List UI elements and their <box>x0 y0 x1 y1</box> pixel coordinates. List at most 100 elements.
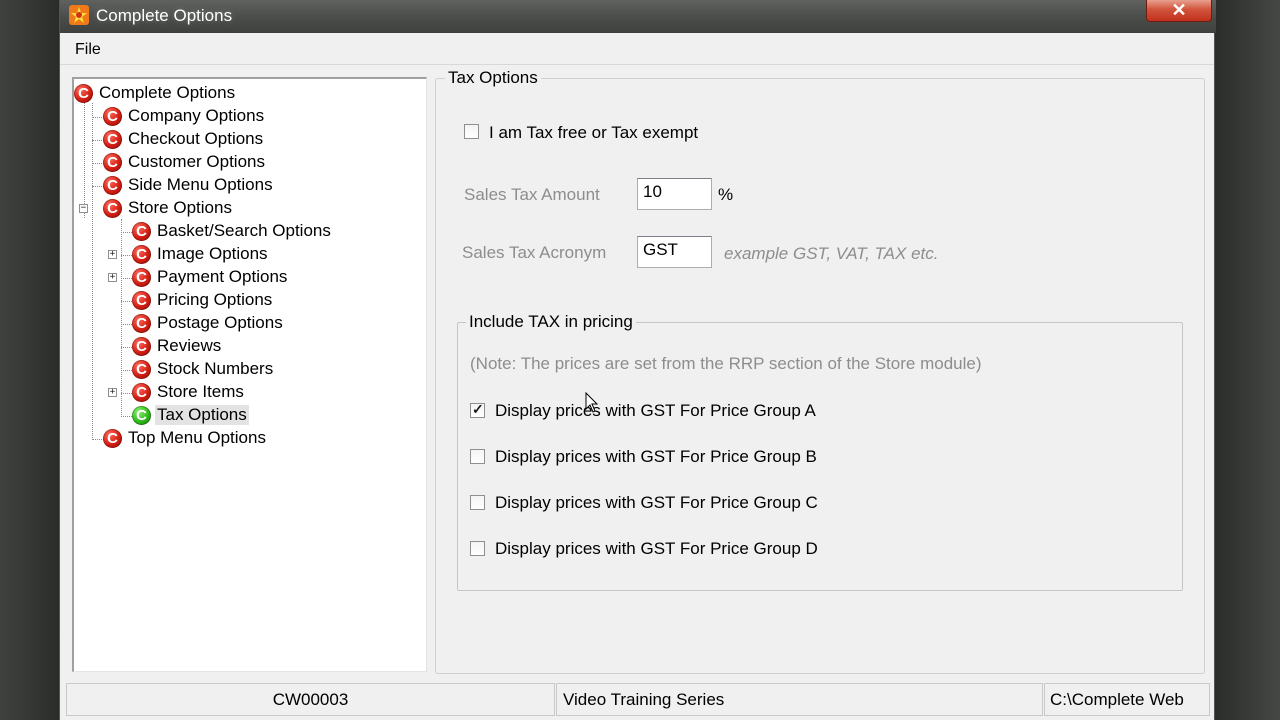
percent-sign: % <box>718 185 734 204</box>
tree-item-customer-options[interactable]: C Customer Options <box>103 151 267 173</box>
c-logo-red-icon: C <box>103 152 122 172</box>
tree-item-basket-search-options[interactable]: C Basket/Search Options <box>132 220 333 242</box>
c-logo-red-icon: C <box>103 198 122 218</box>
include-tax-group-title: Include TAX in pricing <box>466 312 636 332</box>
title-bar[interactable]: Complete Options ✕ <box>60 0 1216 33</box>
tree-item-store-items[interactable]: C Store Items <box>132 381 246 403</box>
window-title: Complete Options <box>96 6 233 25</box>
price-group-d-checkbox[interactable] <box>470 541 485 556</box>
tree-item-pricing-options[interactable]: C Pricing Options <box>132 289 274 311</box>
c-logo-red-icon: C <box>132 359 151 379</box>
tree-item-label: Store Options <box>128 198 232 217</box>
tree-item-label: Image Options <box>157 244 268 263</box>
tree-connector <box>121 219 122 417</box>
tree-item-label: Company Options <box>128 106 265 125</box>
menu-file[interactable]: File <box>75 41 101 59</box>
expand-store-items-icon[interactable]: + <box>108 388 117 397</box>
c-logo-red-icon: C <box>103 175 122 195</box>
status-code: CW00003 <box>66 683 555 716</box>
sales-tax-amount-field[interactable]: 10 <box>637 178 712 210</box>
c-logo-green-icon: C <box>132 405 151 425</box>
tree-item-top-menu-options[interactable]: C Top Menu Options <box>103 427 268 449</box>
tree-item-label: Payment Options <box>157 267 288 286</box>
price-group-c-label: Display prices with GST For Price Group … <box>495 493 818 512</box>
tree-item-label: Customer Options <box>128 152 265 171</box>
c-logo-red-icon: C <box>132 336 151 356</box>
tree-item-label-selected: Tax Options <box>155 405 249 425</box>
tree-item-label: Store Items <box>157 382 244 401</box>
expand-image-options-icon[interactable]: + <box>108 250 117 259</box>
tree-connector <box>121 416 132 417</box>
tree-connector <box>121 324 132 325</box>
sales-tax-amount-label: Sales Tax Amount <box>464 185 600 204</box>
status-code-text: CW00003 <box>272 690 349 709</box>
c-logo-red-icon: C <box>103 428 122 448</box>
desktop-background-right <box>1214 0 1280 720</box>
tree-item-label: Pricing Options <box>157 290 273 309</box>
tree-item-side-menu-options[interactable]: C Side Menu Options <box>103 174 275 196</box>
tax-options-group: Tax Options I am Tax free or Tax exempt … <box>435 68 1205 674</box>
desktop-background-left <box>0 0 60 720</box>
price-group-d-label: Display prices with GST For Price Group … <box>495 539 818 558</box>
tree-item-checkout-options[interactable]: C Checkout Options <box>103 128 265 150</box>
tree-connector <box>121 370 132 371</box>
acronym-hint: example GST, VAT, TAX etc. <box>724 244 939 263</box>
tree-connector <box>121 393 132 394</box>
tree-item-payment-options[interactable]: C Payment Options <box>132 266 289 288</box>
collapse-store-options-icon[interactable]: − <box>79 204 88 213</box>
tree-item-label: Basket/Search Options <box>157 221 331 240</box>
price-group-c-checkbox[interactable] <box>470 495 485 510</box>
tree-item-label: Reviews <box>157 336 222 355</box>
tax-free-checkbox[interactable] <box>464 124 479 139</box>
c-logo-red-icon: C <box>132 290 151 310</box>
tree-item-company-options[interactable]: C Company Options <box>103 105 266 127</box>
tree-item-tax-options[interactable]: C Tax Options <box>132 404 249 426</box>
tree-item-label: Top Menu Options <box>128 428 266 447</box>
tree-item-postage-options[interactable]: C Postage Options <box>132 312 285 334</box>
c-logo-red-icon: C <box>132 313 151 333</box>
c-logo-red-icon: C <box>103 129 122 149</box>
status-path: C:\Complete Web <box>1044 683 1210 716</box>
tree-item-stock-numbers[interactable]: C Stock Numbers <box>132 358 275 380</box>
tree-item-reviews[interactable]: C Reviews <box>132 335 223 357</box>
tree-connector <box>84 103 85 218</box>
tree-item-image-options[interactable]: C Image Options <box>132 243 270 265</box>
close-icon: ✕ <box>1171 0 1187 20</box>
c-logo-red-icon: C <box>132 244 151 264</box>
sales-tax-acronym-label: Sales Tax Acronym <box>462 243 607 262</box>
tree-connector <box>121 301 132 302</box>
status-path-text: C:\Complete Web <box>1050 690 1184 709</box>
tree-connector <box>92 103 93 440</box>
tree-item-label: Complete Options <box>99 83 236 102</box>
sales-tax-acronym-field[interactable]: GST <box>637 236 712 268</box>
c-logo-red-icon: C <box>74 83 93 103</box>
tree-connector <box>121 232 132 233</box>
app-logo-icon <box>69 5 89 25</box>
pricing-note: (Note: The prices are set from the RRP s… <box>470 354 982 373</box>
include-tax-group: Include TAX in pricing (Note: The prices… <box>457 312 1183 591</box>
price-group-b-label: Display prices with GST For Price Group … <box>495 447 817 466</box>
price-group-a-label: Display prices with GST For Price Group … <box>495 401 816 420</box>
status-bar: CW00003 Video Training Series C:\Complet… <box>66 683 1210 716</box>
tree-item-label: Stock Numbers <box>157 359 274 378</box>
options-tree[interactable]: − + + + C Complete Options C Company Opt… <box>72 77 427 672</box>
price-group-a-checkbox[interactable]: ✓ <box>470 401 485 418</box>
tree-item-label: Checkout Options <box>128 129 264 148</box>
tree-item-label: Side Menu Options <box>128 175 273 194</box>
tree-item-label: Postage Options <box>157 313 283 332</box>
tax-options-group-title: Tax Options <box>445 68 541 88</box>
tree-connector <box>121 255 132 256</box>
c-logo-red-icon: C <box>103 106 122 126</box>
close-button[interactable]: ✕ <box>1146 0 1212 22</box>
status-series-text: Video Training Series <box>563 690 725 709</box>
price-group-b-checkbox[interactable] <box>470 449 485 464</box>
expand-payment-options-icon[interactable]: + <box>108 273 117 282</box>
tax-free-label: I am Tax free or Tax exempt <box>489 123 699 142</box>
tree-connector <box>121 347 132 348</box>
c-logo-red-icon: C <box>132 221 151 241</box>
checkmark-icon: ✓ <box>472 401 484 417</box>
tree-item-complete-options[interactable]: C Complete Options <box>74 82 237 104</box>
tree-item-store-options[interactable]: C Store Options <box>103 197 234 219</box>
c-logo-red-icon: C <box>132 382 151 402</box>
status-series: Video Training Series <box>556 683 1043 716</box>
